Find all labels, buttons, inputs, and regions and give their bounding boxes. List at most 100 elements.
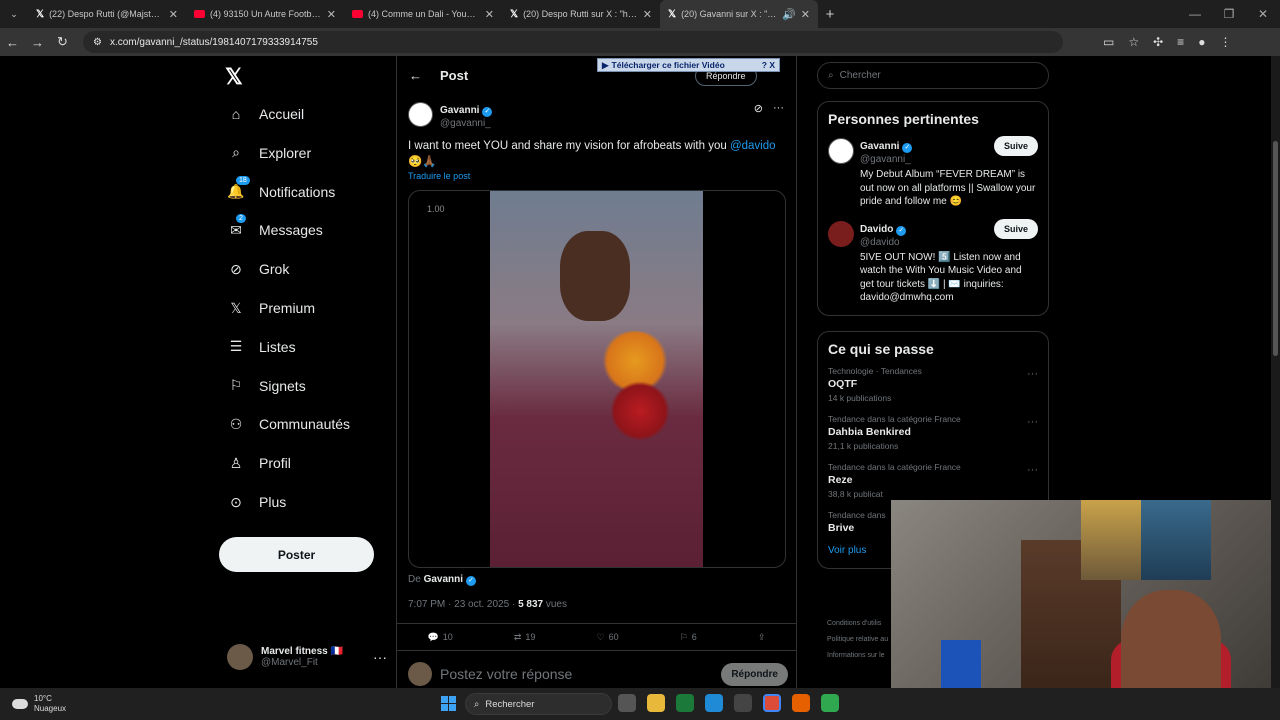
edge-icon[interactable] (705, 694, 723, 712)
bell-icon: 🔔 18 (227, 175, 250, 201)
cast-icon[interactable]: ▭ (1103, 35, 1114, 49)
sidebar-item-profil[interactable]: ♙ Profil (227, 454, 291, 472)
temperature: 10°C (34, 694, 52, 703)
trend-item[interactable]: Tendance dans la catégorie France Reze 3… (818, 462, 1048, 499)
source-name[interactable]: Gavanni (424, 574, 463, 585)
more-icon[interactable]: ··· (1027, 368, 1038, 380)
close-tab-icon[interactable]: ✕ (643, 8, 652, 21)
more-icon[interactable]: ··· (373, 649, 387, 665)
profile-icon: ♙ (229, 454, 243, 471)
mail-icon: ✉ 2 (227, 214, 246, 239)
mention-link[interactable]: @davido (730, 140, 776, 152)
translate-link[interactable]: Traduire le post (408, 171, 470, 181)
profile-icon[interactable]: ● (1198, 35, 1205, 49)
close-tab-icon[interactable]: ✕ (801, 8, 810, 21)
post-button[interactable]: Poster (219, 537, 374, 572)
speaker-icon[interactable]: 🔊 (782, 8, 796, 21)
page-scrollbar[interactable] (1271, 56, 1280, 688)
browser-tab[interactable]: 𝕏 (22) Despo Rutti (@MajsterOffi ✕ (28, 0, 186, 28)
back-arrow-icon[interactable]: ← (409, 68, 422, 83)
footer-link[interactable]: Conditions d'utilis (827, 616, 888, 632)
sidebar-item-signets[interactable]: ⚐ Signets (227, 377, 306, 395)
weather-label: Nuageux (34, 704, 67, 713)
repost-count: 19 (525, 632, 536, 642)
close-tab-icon[interactable]: ✕ (485, 8, 494, 21)
follow-button[interactable]: Suive (993, 218, 1038, 239)
more-icon[interactable]: ··· (1027, 416, 1038, 428)
forward-icon[interactable]: → (25, 35, 50, 50)
repost-action[interactable]: ⇄ 19 (514, 632, 536, 643)
account-switcher[interactable]: Marvel fitness 🇫🇷 @Marvel_Fit ··· (227, 644, 387, 670)
store-icon[interactable] (734, 694, 752, 712)
sidebar-item-notifications[interactable]: 🔔 18 Notifications (227, 175, 335, 201)
task-view-icon[interactable] (618, 694, 636, 712)
sidebar-item-communautés[interactable]: ⚇ Communautés (227, 415, 350, 433)
author-name: Gavanni (440, 105, 480, 116)
close-icon[interactable]: ? X (762, 60, 779, 70)
url-field[interactable]: ⚙ x.com/gavanni_/status/1981407179333914… (83, 31, 1063, 53)
browser-tab-active[interactable]: 𝕏 (20) Gavanni sur X : "@davi 🔊 ✕ (660, 0, 818, 28)
chrome-icon[interactable] (763, 694, 781, 712)
person-bio: 5IVE OUT NOW! 5️⃣ Listen now and watch t… (860, 251, 1022, 304)
trend-item[interactable]: Tendance dans la catégorie France Dahbia… (818, 414, 1048, 451)
sidebar-item-explorer[interactable]: ⌕ Explorer (227, 144, 311, 162)
star-icon[interactable]: ☆ (1128, 35, 1139, 49)
more-icon[interactable]: ··· (773, 102, 784, 115)
extensions-icon[interactable]: ✣ (1153, 35, 1163, 49)
sidebar-item-accueil[interactable]: ⌂ Accueil (227, 105, 304, 123)
browser-tab[interactable]: 𝕏 (20) Despo Rutti sur X : "https:/ ✕ (502, 0, 660, 28)
person-name: Gavanni (860, 141, 900, 152)
reload-icon[interactable]: ↻ (50, 34, 75, 50)
grok-icon[interactable]: ⊘ (754, 102, 763, 115)
bookmark-action[interactable]: ⚐ 6 (680, 632, 697, 643)
footer-link[interactable]: Informations sur le (827, 648, 888, 664)
browser-tab[interactable]: (4) 93150 Un Autre Football Ep ✕ (186, 0, 344, 28)
maximize-icon[interactable]: ❐ (1212, 7, 1246, 21)
reply-button[interactable]: Répondre (721, 662, 788, 686)
verified-badge-icon: ✓ (482, 107, 493, 117)
close-tab-icon[interactable]: ✕ (169, 8, 178, 21)
app-icon[interactable] (821, 694, 839, 712)
footer-link[interactable]: Politique relative au (827, 632, 888, 648)
follow-button[interactable]: Suive (993, 136, 1038, 156)
file-explorer-icon[interactable] (647, 694, 665, 712)
windows-start-icon[interactable] (441, 696, 456, 711)
reply-input[interactable]: Postez votre réponse (440, 666, 572, 682)
minimize-icon[interactable]: — (1178, 7, 1212, 21)
like-action[interactable]: ♡ 60 (597, 632, 619, 643)
search-input[interactable]: ⌕ Chercher (817, 62, 1049, 89)
tab-search-menu-icon[interactable]: ⌄ (0, 0, 28, 28)
video-player[interactable]: 1.00 (408, 190, 786, 568)
browser-tab[interactable]: (4) Comme un Dali - YouTube ✕ (344, 0, 502, 28)
site-info-icon[interactable]: ⚙ (93, 37, 102, 48)
sidebar-item-listes[interactable]: ☰ Listes (227, 338, 296, 356)
new-tab-button[interactable]: + (818, 6, 842, 23)
share-icon[interactable]: ⇪ (758, 632, 766, 643)
weather-widget[interactable]: 10°C Nuageux (12, 694, 66, 714)
sidebar-item-messages[interactable]: ✉ 2 Messages (227, 214, 323, 239)
tweet-author[interactable]: Gavanni ✓ @gavanni_ (408, 100, 493, 129)
avatar (227, 644, 253, 670)
back-icon[interactable]: ← (0, 35, 25, 50)
more-icon[interactable]: ··· (1027, 464, 1038, 476)
scrollbar-thumb[interactable] (1273, 141, 1278, 356)
sidebar-item-grok[interactable]: ⊘ Grok (227, 260, 289, 278)
x-logo-icon[interactable]: 𝕏 (225, 64, 243, 90)
firefox-icon[interactable] (792, 694, 810, 712)
trend-item[interactable]: Technologie · Tendances OQTF 14 k public… (818, 366, 1048, 403)
person-item[interactable]: Gavanni ✓ @gavanni_ My Debut Album “FEVER… (818, 136, 1048, 209)
browser-tab-bar: ⌄ 𝕏 (22) Despo Rutti (@MajsterOffi ✕ (4)… (0, 0, 1280, 28)
sidebar-item-plus[interactable]: ⊙ Plus (227, 493, 286, 511)
playback-speed[interactable]: 1.00 (427, 204, 445, 214)
menu-icon[interactable]: ⋮ (1219, 35, 1231, 49)
reading-list-icon[interactable]: ≡ (1177, 35, 1184, 49)
download-video-bar[interactable]: ▶ Télécharger ce fichier Vidéo ? X (597, 58, 780, 72)
close-tab-icon[interactable]: ✕ (327, 8, 336, 21)
reply-action[interactable]: 💬 10 (428, 632, 453, 643)
nvidia-icon[interactable] (676, 694, 694, 712)
close-window-icon[interactable]: ✕ (1246, 7, 1280, 21)
cloud-icon (12, 699, 28, 709)
person-item[interactable]: Davido ✓ @davido 5IVE OUT NOW! 5️⃣ Listen… (818, 218, 1048, 305)
taskbar-search[interactable]: ⌕ Rechercher (465, 693, 612, 715)
sidebar-item-premium[interactable]: 𝕏 Premium (227, 299, 315, 317)
